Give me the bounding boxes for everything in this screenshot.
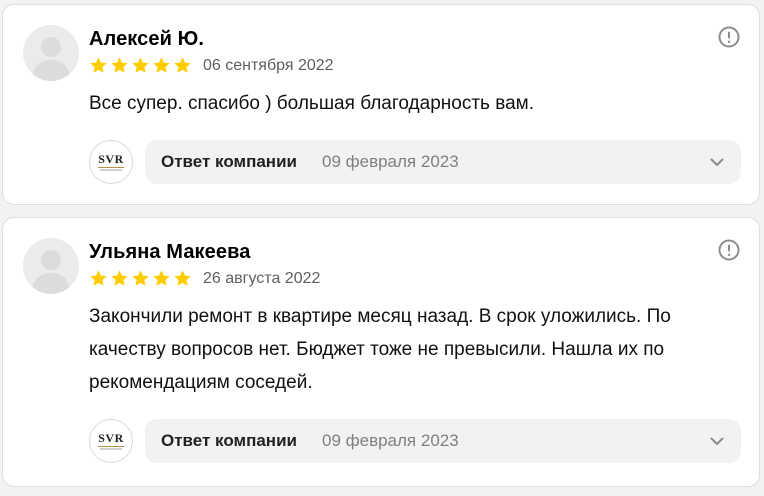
review-author[interactable]: Ульяна Макеева — [89, 241, 250, 264]
company-response-toggle[interactable]: Ответ компании 09 февраля 2023 — [145, 419, 741, 463]
rating-stars — [89, 56, 192, 76]
company-response-toggle[interactable]: Ответ компании 09 февраля 2023 — [145, 140, 741, 184]
company-response: SVR Ответ компании 09 февраля 2023 — [89, 140, 741, 184]
company-logo: SVR — [89, 140, 133, 184]
review-date: 06 сентября 2022 — [203, 57, 334, 74]
company-response-label: Ответ компании — [161, 431, 297, 450]
company-response-label: Ответ компании — [161, 152, 297, 171]
review-card: Ульяна Макеева 26 августа 2022 Закончили… — [2, 217, 760, 487]
exclamation-circle-icon[interactable] — [717, 238, 741, 262]
review-author[interactable]: Алексей Ю. — [89, 28, 204, 51]
chevron-down-icon[interactable] — [709, 433, 725, 449]
star-icon — [173, 56, 192, 76]
logo-underline — [98, 167, 124, 168]
review-text: Все супер. спасибо ) большая благодарнос… — [89, 93, 534, 114]
company-response: SVR Ответ компании 09 февраля 2023 — [89, 419, 741, 463]
chevron-down-icon[interactable] — [709, 154, 725, 170]
star-icon — [152, 56, 171, 76]
star-icon — [131, 56, 150, 76]
logo-subline — [100, 169, 122, 171]
star-icon — [131, 269, 150, 289]
user-placeholder-icon[interactable] — [23, 238, 79, 294]
user-placeholder-icon[interactable] — [23, 25, 79, 81]
star-icon — [173, 269, 192, 289]
rating-stars — [89, 269, 192, 289]
company-logo: SVR — [89, 419, 133, 463]
star-icon — [110, 269, 129, 289]
star-icon — [152, 269, 171, 289]
company-logo-text: SVR — [98, 431, 124, 445]
review-text: Закончили ремонт в квартире месяц назад.… — [89, 306, 671, 393]
review-date: 26 августа 2022 — [203, 270, 321, 287]
logo-subline — [100, 448, 122, 450]
exclamation-circle-icon[interactable] — [717, 25, 741, 49]
star-icon — [89, 56, 108, 76]
company-response-date: 09 февраля 2023 — [322, 152, 459, 171]
company-logo-text: SVR — [98, 152, 124, 166]
reviews-list: Алексей Ю. 06 сентября 2022 Все супер. с… — [0, 0, 764, 496]
logo-underline — [98, 446, 124, 447]
star-icon — [89, 269, 108, 289]
company-response-date: 09 февраля 2023 — [322, 431, 459, 450]
star-icon — [110, 56, 129, 76]
review-card: Алексей Ю. 06 сентября 2022 Все супер. с… — [2, 4, 760, 205]
